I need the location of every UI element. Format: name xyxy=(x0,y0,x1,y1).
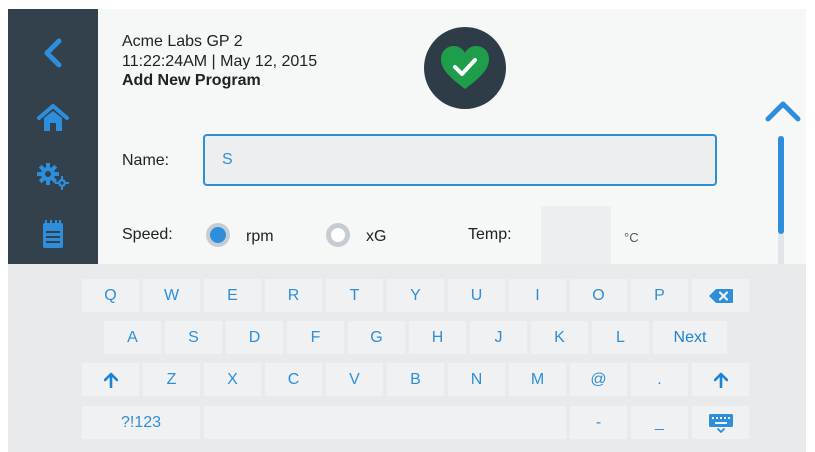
program-screen: Acme Labs GP 2 11:22:24AM | May 12, 2015… xyxy=(0,0,815,452)
temp-label: Temp: xyxy=(468,226,512,243)
page-title: Add New Program xyxy=(122,72,261,89)
gears-icon xyxy=(37,163,69,190)
speed-rpm-radio[interactable] xyxy=(206,223,230,247)
key-n[interactable]: N xyxy=(448,363,505,396)
notepad-icon xyxy=(43,220,63,248)
key-shift-right[interactable] xyxy=(692,363,749,396)
home-icon xyxy=(37,104,69,131)
home-button[interactable] xyxy=(8,89,98,147)
shift-arrow-icon xyxy=(713,372,728,388)
key-m[interactable]: M xyxy=(509,363,566,396)
key-space[interactable] xyxy=(204,406,566,439)
key-w[interactable]: W xyxy=(143,279,200,312)
device-name: Acme Labs GP 2 xyxy=(122,33,243,50)
key-backspace[interactable] xyxy=(692,279,749,312)
back-button[interactable] xyxy=(8,24,98,82)
key-i[interactable]: I xyxy=(509,279,566,312)
key-period[interactable]: . xyxy=(631,363,688,396)
key-at[interactable]: @ xyxy=(570,363,627,396)
name-input[interactable] xyxy=(203,134,717,186)
key-c[interactable]: C xyxy=(265,363,322,396)
key-u[interactable]: U xyxy=(448,279,505,312)
key-b[interactable]: B xyxy=(387,363,444,396)
backspace-icon xyxy=(708,288,733,303)
key-g[interactable]: G xyxy=(348,321,405,354)
key-s[interactable]: S xyxy=(165,321,222,354)
key-o[interactable]: O xyxy=(570,279,627,312)
key-shift-left[interactable] xyxy=(82,363,139,396)
scroll-up-button[interactable] xyxy=(765,97,801,125)
key-q[interactable]: Q xyxy=(82,279,139,312)
key-h[interactable]: H xyxy=(409,321,466,354)
on-screen-keyboard: Q W E R T Y U I O P A S D F G H J K L Ne… xyxy=(8,264,806,452)
speed-label: Speed: xyxy=(122,226,173,243)
date-time: 11:22:24AM | May 12, 2015 xyxy=(122,53,318,70)
programs-button[interactable] xyxy=(8,205,98,263)
key-z[interactable]: Z xyxy=(143,363,200,396)
key-p[interactable]: P xyxy=(631,279,688,312)
key-dash[interactable]: - xyxy=(570,406,627,439)
heart-check-icon xyxy=(441,46,489,89)
speed-xg-label: xG xyxy=(366,228,387,245)
key-k[interactable]: K xyxy=(531,321,588,354)
back-arrow-icon xyxy=(44,38,62,68)
key-e[interactable]: E xyxy=(204,279,261,312)
scroll-thumb[interactable] xyxy=(778,136,784,234)
sidebar xyxy=(8,9,98,264)
shift-arrow-icon xyxy=(103,372,118,388)
key-a[interactable]: A xyxy=(104,321,161,354)
key-underscore[interactable]: _ xyxy=(631,406,688,439)
key-t[interactable]: T xyxy=(326,279,383,312)
temp-input[interactable] xyxy=(541,206,611,264)
key-next[interactable]: Next xyxy=(653,321,727,354)
key-j[interactable]: J xyxy=(470,321,527,354)
key-l[interactable]: L xyxy=(592,321,649,354)
key-f[interactable]: F xyxy=(287,321,344,354)
settings-button[interactable] xyxy=(8,147,98,205)
key-hide-keyboard[interactable] xyxy=(692,406,749,439)
temp-unit: °C xyxy=(624,230,639,245)
chevron-up-icon xyxy=(765,101,801,122)
key-r[interactable]: R xyxy=(265,279,322,312)
top-bar xyxy=(0,0,815,9)
content-panel: Acme Labs GP 2 11:22:24AM | May 12, 2015… xyxy=(98,9,806,264)
speed-rpm-label: rpm xyxy=(246,228,274,245)
keyboard-hide-icon xyxy=(708,413,733,433)
key-v[interactable]: V xyxy=(326,363,383,396)
key-y[interactable]: Y xyxy=(387,279,444,312)
name-label: Name: xyxy=(122,152,170,169)
key-d[interactable]: D xyxy=(226,321,283,354)
key-x[interactable]: X xyxy=(204,363,261,396)
status-indicator xyxy=(424,27,506,109)
key-symbols[interactable]: ?!123 xyxy=(82,406,200,439)
speed-xg-radio[interactable] xyxy=(326,223,350,247)
